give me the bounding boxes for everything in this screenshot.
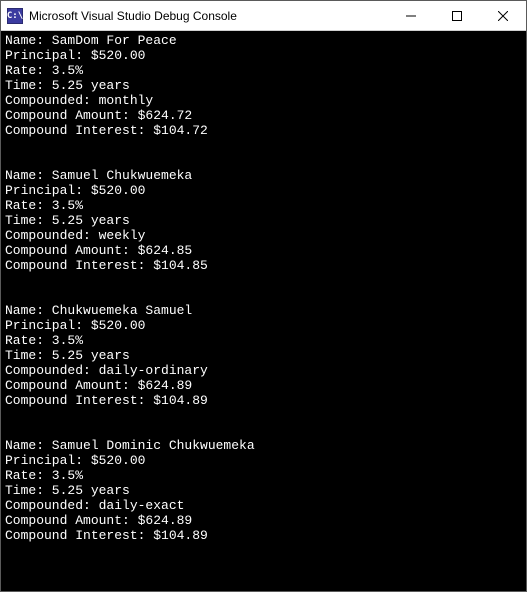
close-icon bbox=[498, 11, 508, 21]
name-line: Name: Samuel Dominic Chukwuemeka bbox=[5, 438, 522, 453]
compound-interest-line: Compound Interest: $104.85 bbox=[5, 258, 522, 273]
compound-interest-line: Compound Interest: $104.89 bbox=[5, 528, 522, 543]
output-block: Name: Chukwuemeka SamuelPrincipal: $520.… bbox=[5, 303, 522, 408]
output-block: Name: Samuel ChukwuemekaPrincipal: $520.… bbox=[5, 168, 522, 273]
compounded-line: Compounded: weekly bbox=[5, 228, 522, 243]
principal-line: Principal: $520.00 bbox=[5, 48, 522, 63]
principal-line: Principal: $520.00 bbox=[5, 453, 522, 468]
minimize-button[interactable] bbox=[388, 1, 434, 30]
principal-line: Principal: $520.00 bbox=[5, 183, 522, 198]
rate-line: Rate: 3.5% bbox=[5, 198, 522, 213]
output-block: Name: Samuel Dominic ChukwuemekaPrincipa… bbox=[5, 438, 522, 543]
time-line: Time: 5.25 years bbox=[5, 213, 522, 228]
rate-line: Rate: 3.5% bbox=[5, 333, 522, 348]
compounded-line: Compounded: monthly bbox=[5, 93, 522, 108]
maximize-icon bbox=[452, 11, 462, 21]
window-title: Microsoft Visual Studio Debug Console bbox=[29, 9, 388, 23]
compounded-line: Compounded: daily-exact bbox=[5, 498, 522, 513]
console-output[interactable]: Name: SamDom For PeacePrincipal: $520.00… bbox=[1, 31, 526, 591]
window-buttons bbox=[388, 1, 526, 30]
titlebar[interactable]: C:\ Microsoft Visual Studio Debug Consol… bbox=[1, 1, 526, 31]
rate-line: Rate: 3.5% bbox=[5, 468, 522, 483]
compound-amount-line: Compound Amount: $624.89 bbox=[5, 378, 522, 393]
compound-interest-line: Compound Interest: $104.89 bbox=[5, 393, 522, 408]
principal-line: Principal: $520.00 bbox=[5, 318, 522, 333]
compound-amount-line: Compound Amount: $624.72 bbox=[5, 108, 522, 123]
compounded-line: Compounded: daily-ordinary bbox=[5, 363, 522, 378]
compound-amount-line: Compound Amount: $624.89 bbox=[5, 513, 522, 528]
console-window: C:\ Microsoft Visual Studio Debug Consol… bbox=[0, 0, 527, 592]
name-line: Name: Samuel Chukwuemeka bbox=[5, 168, 522, 183]
name-line: Name: Chukwuemeka Samuel bbox=[5, 303, 522, 318]
time-line: Time: 5.25 years bbox=[5, 483, 522, 498]
time-line: Time: 5.25 years bbox=[5, 78, 522, 93]
name-line: Name: SamDom For Peace bbox=[5, 33, 522, 48]
close-button[interactable] bbox=[480, 1, 526, 30]
minimize-icon bbox=[406, 11, 416, 21]
compound-interest-line: Compound Interest: $104.72 bbox=[5, 123, 522, 138]
rate-line: Rate: 3.5% bbox=[5, 63, 522, 78]
maximize-button[interactable] bbox=[434, 1, 480, 30]
time-line: Time: 5.25 years bbox=[5, 348, 522, 363]
app-icon: C:\ bbox=[7, 8, 23, 24]
compound-amount-line: Compound Amount: $624.85 bbox=[5, 243, 522, 258]
app-icon-text: C:\ bbox=[7, 11, 23, 21]
output-block: Name: SamDom For PeacePrincipal: $520.00… bbox=[5, 33, 522, 138]
